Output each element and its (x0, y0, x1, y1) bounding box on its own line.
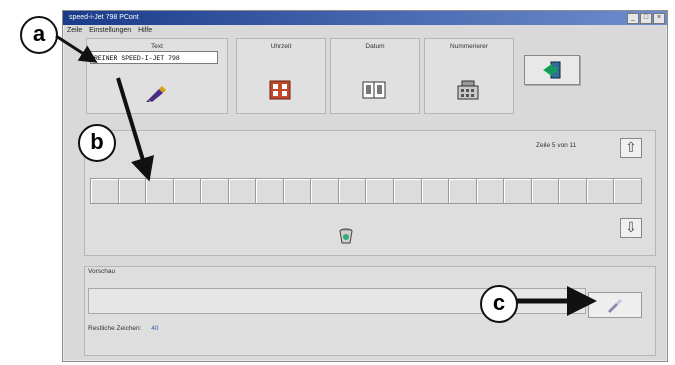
arrow-a (55, 34, 98, 63)
callout-arrows (55, 34, 597, 316)
arrow-b (116, 77, 154, 182)
